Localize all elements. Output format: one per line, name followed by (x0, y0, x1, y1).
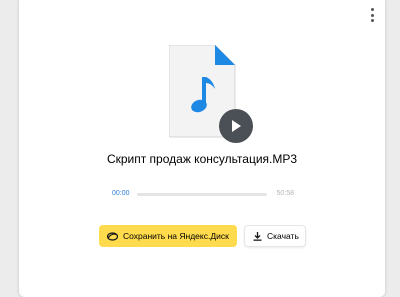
yandex-disk-icon (107, 231, 118, 241)
download-button-label: Скачать (267, 231, 299, 241)
save-button-label: Сохранить на Яндекс.Диск (123, 231, 229, 241)
progress-track[interactable] (137, 193, 267, 196)
play-icon (232, 120, 241, 132)
download-button[interactable]: Скачать (244, 225, 306, 247)
play-button[interactable] (219, 109, 253, 143)
download-icon (253, 231, 262, 241)
file-preview-card: Скрипт продаж консультация.MP3 00:00 50:… (19, 0, 385, 297)
audio-player: 00:00 50:58 (112, 187, 294, 201)
current-time: 00:00 (112, 190, 130, 197)
file-name: Скрипт продаж консультация.MP3 (106, 152, 298, 166)
more-options-icon[interactable] (367, 8, 377, 22)
save-to-yandex-disk-button[interactable]: Сохранить на Яндекс.Диск (99, 225, 237, 247)
file-preview (169, 45, 259, 145)
total-time: 50:58 (276, 190, 294, 197)
